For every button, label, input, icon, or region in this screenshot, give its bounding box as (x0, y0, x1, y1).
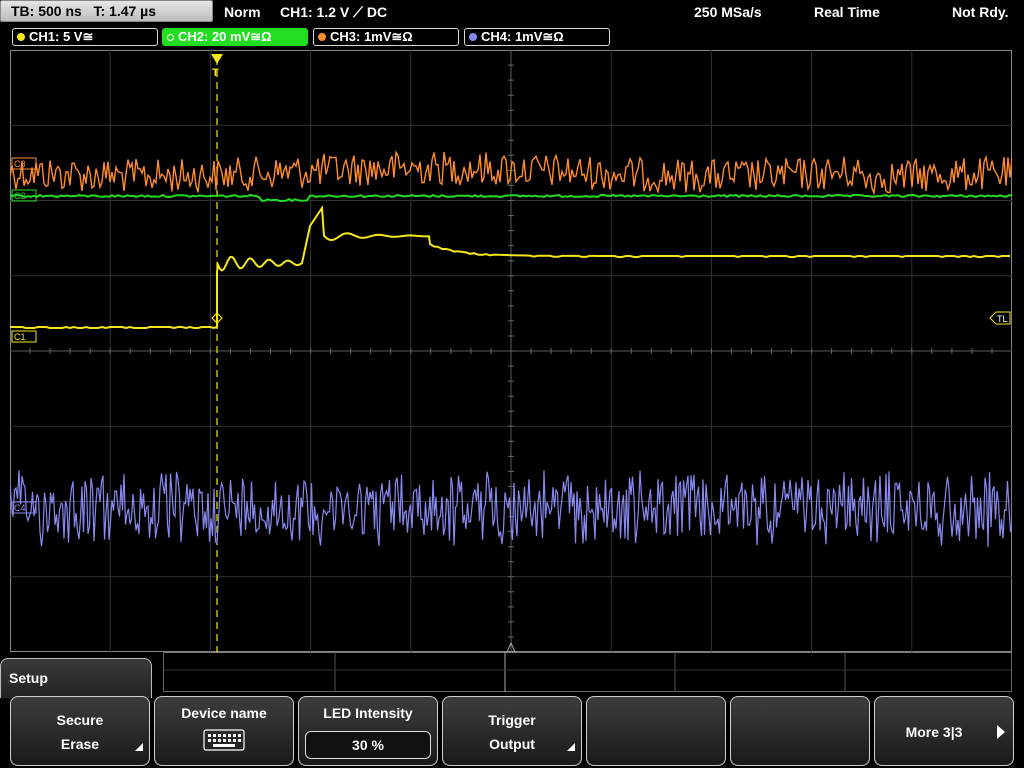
ch1-offset-label: C1 (14, 332, 26, 342)
trigger-time-value: T: 1.47 µs (93, 3, 157, 19)
trigger-position-marker-icon[interactable] (211, 54, 223, 64)
softkey-empty-6[interactable] (730, 696, 870, 766)
secure-erase-label-1: Secure (56, 712, 104, 728)
trigger-output-button[interactable]: Trigger Output (442, 696, 582, 766)
trigger-level-marker[interactable]: TL (989, 311, 1011, 325)
more-label: More 3|3 (905, 724, 963, 740)
timebase-box[interactable]: TB: 500 ns T: 1.47 µs (0, 0, 213, 22)
led-intensity-value: 30 % (305, 731, 431, 759)
tab-ch3-label: CH3: 1mV≅Ω (330, 29, 413, 44)
keyboard-icon (203, 729, 245, 751)
arrow-right-icon (997, 725, 1005, 739)
led-intensity-label: LED Intensity (323, 705, 413, 721)
tab-ch2[interactable]: CH2: 20 mV≅Ω (162, 28, 308, 46)
menu-title: Setup (9, 670, 48, 686)
status-bar: TB: 500 ns T: 1.47 µs Norm CH1: 1.2 V ⟋ … (0, 0, 1024, 24)
more-button[interactable]: More 3|3 (874, 696, 1014, 766)
secure-erase-label-2: Erase (60, 736, 100, 752)
waveform-display[interactable]: T C3 C2 C1 C4 TL (10, 50, 1012, 652)
ch2-color-icon (167, 34, 174, 41)
menu-title-tab: Setup (0, 658, 152, 698)
tab-ch3[interactable]: CH3: 1mV≅Ω (313, 28, 459, 46)
tab-ch4[interactable]: CH4: 1mV≅Ω (464, 28, 610, 46)
ch4-offset-marker[interactable]: C4 (11, 501, 37, 514)
trigger-info[interactable]: CH1: 1.2 V ⟋ DC (280, 2, 387, 22)
submenu-corner-icon (567, 743, 575, 751)
device-name-label: Device name (181, 705, 267, 721)
tab-ch4-label: CH4: 1mV≅Ω (481, 29, 564, 44)
tab-ch1-label: CH1: 5 V≅ (29, 29, 94, 44)
lower-display-strip (163, 651, 1012, 692)
ch1-waveform (10, 205, 1010, 330)
ch1-offset-marker[interactable]: C1 (11, 330, 37, 343)
acquisition-state: Not Rdy. (952, 4, 1009, 20)
trigger-position-label: T (212, 67, 219, 79)
led-intensity-button[interactable]: LED Intensity 30 % (298, 696, 438, 766)
ch3-color-icon (318, 33, 326, 41)
sample-rate: 250 MSa/s (694, 4, 762, 20)
timebase-value: TB: 500 ns (11, 3, 82, 19)
tab-ch1[interactable]: CH1: 5 V≅ (12, 28, 158, 46)
ch3-offset-label: C3 (14, 159, 26, 169)
trigger-mode[interactable]: Norm (224, 2, 261, 22)
submenu-corner-icon (135, 743, 143, 751)
ch1-color-icon (17, 33, 25, 41)
ch3-offset-marker[interactable]: C3 (11, 157, 37, 170)
trigger-output-label-1: Trigger (488, 712, 536, 728)
secure-erase-button[interactable]: Secure Erase (10, 696, 150, 766)
ch4-offset-label: C4 (14, 503, 26, 513)
tab-ch2-label: CH2: 20 mV≅Ω (178, 29, 272, 44)
ch2-offset-label: C2 (14, 191, 26, 201)
ch4-color-icon (469, 33, 477, 41)
device-name-button[interactable]: Device name (154, 696, 294, 766)
acquisition-mode: Real Time (814, 4, 880, 20)
softkey-empty-5[interactable] (586, 696, 726, 766)
trigger-level-label: TL (997, 314, 1008, 324)
softkey-bar: Secure Erase Device name LED Intensity 3… (0, 696, 1024, 768)
trigger-output-label-2: Output (489, 736, 535, 752)
